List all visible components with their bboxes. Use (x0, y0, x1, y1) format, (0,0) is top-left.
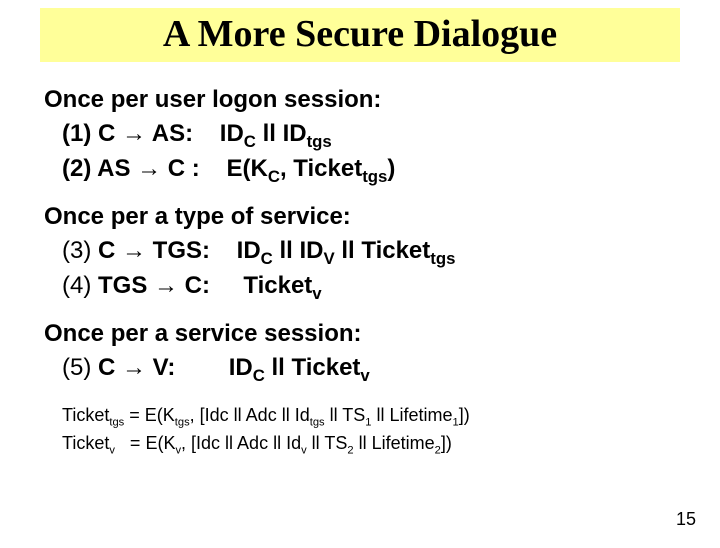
step-rhs: V: (146, 354, 175, 381)
slide-title: A More Secure Dialogue (40, 12, 680, 56)
step-num: (3) (62, 237, 98, 264)
step-lhs: TGS (98, 272, 154, 299)
step-rhs: C : (161, 155, 200, 182)
msg: ID (229, 354, 253, 381)
ticket-def-2: Ticketv = E(Kv, [Idc ll Adc ll Idv ll TS… (62, 431, 676, 459)
msg: ID (237, 237, 261, 264)
msg-sub: tgs (430, 249, 455, 268)
arrow-icon: → (122, 237, 146, 264)
tk: ll TS (307, 433, 348, 453)
title-band: A More Secure Dialogue (40, 8, 680, 62)
tk: ll Lifetime (354, 433, 435, 453)
arrow-icon: → (154, 272, 178, 299)
protocol-line-2: (2) AS → C : E(KC, Tickettgs) (62, 153, 676, 188)
protocol-line-5: (5) C → V: IDC ll Ticketv (62, 352, 676, 387)
tk: ]) (459, 405, 470, 425)
tk: ]) (441, 433, 452, 453)
msg: , Ticket (280, 155, 362, 182)
step-num: (2) (62, 155, 97, 182)
step-lhs: AS (97, 155, 137, 182)
slide: A More Secure Dialogue Once per user log… (0, 8, 720, 548)
gap (193, 120, 220, 147)
msg-sub: C (268, 167, 280, 186)
gap (200, 155, 227, 182)
msg: ) (387, 155, 395, 182)
tk: , [Idc ll Adc ll Id (190, 405, 310, 425)
arrow-icon: → (122, 120, 146, 147)
msg: ll ID (273, 237, 324, 264)
arrow-icon: → (122, 354, 146, 381)
tk: ll TS (325, 405, 366, 425)
msg: ID (220, 120, 244, 147)
gap (210, 237, 237, 264)
step-lhs: C (98, 354, 122, 381)
step-lhs: C (98, 120, 122, 147)
msg: ll ID (256, 120, 307, 147)
msg: Ticket (243, 272, 312, 299)
msg-sub: tgs (307, 132, 332, 151)
tk: Ticket (62, 405, 109, 425)
step-rhs: AS: (146, 120, 193, 147)
tk: = E(K (124, 405, 175, 425)
tk: = E(K (115, 433, 176, 453)
section-label-3: Once per a service session: (44, 320, 676, 348)
msg: ll Ticket (335, 237, 431, 264)
page-number: 15 (676, 509, 696, 530)
gap (210, 272, 243, 299)
section-label-2: Once per a type of service: (44, 203, 676, 231)
msg-sub: C (261, 249, 273, 268)
gap (175, 354, 228, 381)
tk-sub: tgs (310, 417, 325, 429)
msg: ll Ticket (265, 354, 361, 381)
slide-body: Once per user logon session: (1) C → AS:… (0, 62, 720, 459)
protocol-line-1: (1) C → AS: IDC ll IDtgs (62, 118, 676, 153)
msg: E(K (226, 155, 267, 182)
protocol-line-4: (4) TGS → C: Ticketv (62, 270, 676, 305)
msg-sub: v (360, 366, 369, 385)
msg-sub: v (312, 284, 321, 303)
tk: Ticket (62, 433, 109, 453)
tk: ll Lifetime (372, 405, 453, 425)
msg-sub: C (244, 132, 256, 151)
step-rhs: TGS: (146, 237, 210, 264)
tk-sub: tgs (109, 417, 124, 429)
step-num: (5) (62, 354, 98, 381)
tk: , [Idc ll Adc ll Id (181, 433, 301, 453)
step-lhs: C (98, 237, 122, 264)
tk-sub: tgs (175, 417, 190, 429)
step-num: (1) (62, 120, 98, 147)
arrow-icon: → (137, 155, 161, 182)
ticket-definitions: Tickettgs = E(Ktgs, [Idc ll Adc ll Idtgs… (62, 403, 676, 458)
msg-sub: C (253, 366, 265, 385)
section-label-1: Once per user logon session: (44, 86, 676, 114)
msg-sub: V (323, 249, 334, 268)
msg-sub: tgs (362, 167, 387, 186)
step-rhs: C: (178, 272, 210, 299)
ticket-def-1: Tickettgs = E(Ktgs, [Idc ll Adc ll Idtgs… (62, 403, 676, 431)
step-num: (4) (62, 272, 98, 299)
protocol-line-3: (3) C → TGS: IDC ll IDV ll Tickettgs (62, 235, 676, 270)
